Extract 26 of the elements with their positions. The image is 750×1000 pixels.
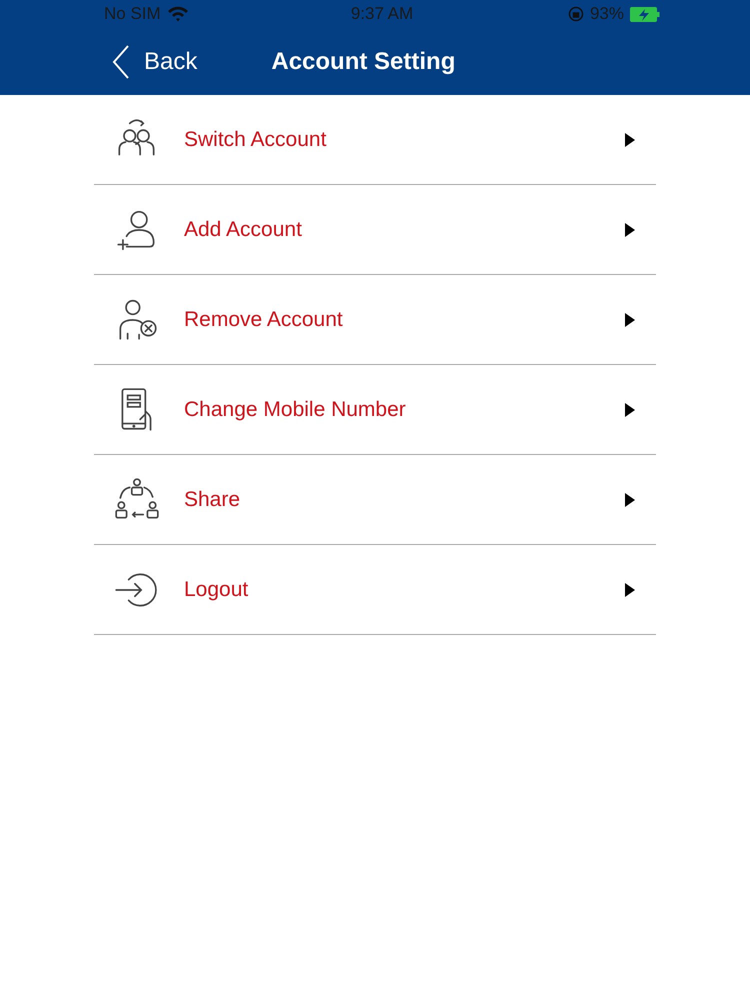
chevron-icon [624,582,636,598]
page-title: Account Setting [271,48,456,76]
back-button[interactable]: Back [112,44,198,78]
menu-label: Remove Account [184,308,344,332]
menu-item[interactable]: Share [94,455,656,545]
menu-label: Change Mobile Number [184,398,407,422]
chevron-icon [624,312,636,328]
menu-item[interactable]: Remove Account [94,275,656,365]
menu-item[interactable]: Logout [94,545,656,635]
battery-icon [630,6,660,22]
carrier-text: No SIM [104,4,161,24]
clock-time: 9:37 AM [350,4,414,24]
back-chevron-icon [112,44,130,78]
menu-item[interactable]: Change Mobile Number [94,365,656,455]
menu-label: Add Account [184,218,303,242]
wifi-icon [166,6,189,22]
menu-item[interactable]: Switch Account [94,95,656,185]
chevron-icon [624,222,636,238]
chevron-icon [624,492,636,508]
menu-label: Switch Account [184,128,328,152]
chevron-icon [624,132,636,148]
battery-percent: 93% [590,4,624,24]
menu-label: Logout [184,578,250,602]
menu-item[interactable]: Add Account [94,185,656,275]
menu-label: Share [184,488,242,512]
chevron-icon [624,402,636,418]
